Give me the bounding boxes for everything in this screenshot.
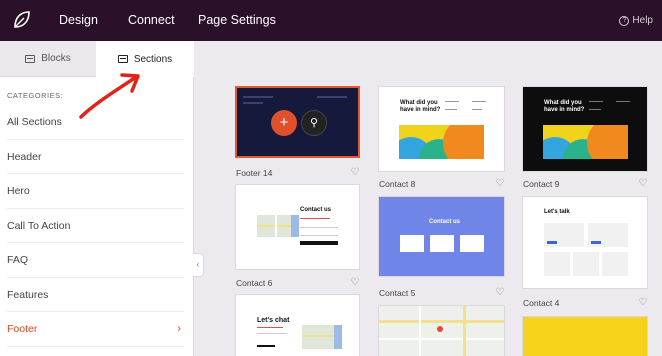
section-card-footer-14[interactable]: + ⚲ — [235, 86, 360, 158]
heart-icon[interactable]: ♡ — [350, 168, 360, 178]
section-card-lets-chat[interactable]: Let's chat — [235, 294, 360, 356]
category-label: Call To Action — [7, 219, 71, 232]
section-card-contact-5[interactable]: Contact us — [378, 196, 505, 277]
question-icon: ? — [619, 15, 630, 26]
map-road — [379, 338, 504, 340]
nav-design[interactable]: Design — [59, 0, 98, 41]
card-social — [257, 345, 275, 347]
chevron-left-icon: ‹ — [196, 260, 200, 269]
card-submit — [300, 241, 338, 245]
card-line — [616, 101, 630, 102]
card-preview — [523, 317, 647, 356]
category-call-to-action[interactable]: Call To Action — [0, 209, 194, 244]
section-card-contact-8[interactable]: What did you have in mind? — [378, 86, 505, 172]
section-caption: Contact 9 — [523, 179, 560, 189]
categories-label: CATEGORIES: — [7, 91, 64, 100]
tab-blocks-label: Blocks — [41, 53, 71, 64]
chevron-right-icon: › — [177, 323, 181, 335]
category-label: Hero — [7, 185, 30, 197]
card-line — [472, 101, 486, 102]
category-hero[interactable]: Hero — [0, 174, 194, 209]
card-map — [257, 215, 299, 237]
card-heading: Let's chat — [257, 317, 290, 324]
card-map — [302, 325, 342, 349]
heart-icon[interactable]: ♡ — [495, 179, 505, 189]
section-card-contact-6[interactable]: Contact us — [235, 184, 360, 270]
map-pin-icon — [437, 326, 443, 332]
section-caption: Contact 8 — [379, 179, 416, 189]
top-bar: Design Connect Page Settings ? Help — [0, 0, 662, 41]
map-road — [419, 306, 421, 356]
sidebar-collapse-handle[interactable]: ‹ — [193, 253, 204, 277]
category-label: All Sections — [7, 116, 62, 128]
section-caption: Contact 6 — [236, 278, 273, 288]
card-graphic — [399, 125, 484, 159]
help-button[interactable]: ? Help — [619, 0, 653, 41]
card-line — [445, 101, 459, 102]
add-section-button[interactable]: + — [271, 110, 297, 136]
card-box — [544, 223, 584, 247]
nav-connect[interactable]: Connect — [128, 0, 175, 41]
card-heading: What did you have in mind? — [400, 100, 441, 113]
category-header[interactable]: Header — [0, 140, 194, 175]
card-heading: Contact us — [429, 219, 461, 225]
heart-icon[interactable]: ♡ — [638, 298, 648, 308]
card-graphic — [543, 125, 628, 159]
preview-section-button[interactable]: ⚲ — [301, 110, 327, 136]
heart-icon[interactable]: ♡ — [350, 278, 360, 288]
card-line — [300, 227, 338, 228]
leaf-logo-icon[interactable] — [11, 9, 33, 31]
map-road — [463, 306, 466, 356]
card-box — [430, 235, 454, 252]
card-box — [602, 252, 628, 276]
category-features[interactable]: Features — [0, 278, 194, 313]
plus-icon: + — [279, 114, 289, 131]
category-label: Footer — [7, 323, 38, 335]
section-card-yellow[interactable] — [522, 316, 648, 356]
card-preview — [237, 88, 358, 156]
card-line — [589, 109, 601, 110]
nav-page-settings[interactable]: Page Settings — [198, 0, 276, 41]
card-line — [257, 327, 283, 328]
card-box — [460, 235, 484, 252]
section-card-map[interactable] — [378, 305, 505, 356]
help-label: Help — [632, 15, 653, 26]
heart-icon[interactable]: ♡ — [638, 179, 648, 189]
blocks-icon — [25, 54, 36, 63]
card-box — [400, 235, 424, 252]
tab-sections-label: Sections — [133, 53, 173, 65]
card-line — [472, 109, 482, 110]
sections-icon — [117, 55, 128, 63]
zoom-icon: ⚲ — [309, 117, 319, 129]
card-heading: What did you have in mind? — [544, 100, 585, 113]
category-faq[interactable]: FAQ — [0, 243, 194, 278]
category-label: Features — [7, 288, 49, 301]
category-label: FAQ — [7, 254, 29, 266]
card-box — [573, 252, 599, 276]
card-line — [300, 235, 338, 236]
section-caption: Footer 14 — [236, 168, 273, 178]
card-line — [300, 218, 330, 219]
section-card-contact-4[interactable]: Let's talk — [522, 196, 648, 289]
card-line — [589, 101, 603, 102]
category-footer[interactable]: Footer › — [0, 312, 194, 347]
card-line — [257, 333, 287, 334]
card-heading: Let's talk — [544, 209, 570, 215]
category-list: All Sections Header Hero Call To Action … — [0, 105, 194, 347]
heart-icon[interactable]: ♡ — [495, 288, 505, 298]
section-caption: Contact 4 — [523, 298, 560, 308]
card-heading: Contact us — [300, 207, 332, 213]
red-arrow-annotation — [79, 73, 140, 119]
card-line — [445, 109, 457, 110]
card-box — [544, 252, 570, 276]
section-caption: Contact 5 — [379, 288, 416, 298]
map-road — [379, 320, 504, 323]
card-box — [588, 223, 628, 247]
section-card-contact-9[interactable]: What did you have in mind? — [522, 86, 648, 172]
category-label: Header — [7, 150, 42, 163]
